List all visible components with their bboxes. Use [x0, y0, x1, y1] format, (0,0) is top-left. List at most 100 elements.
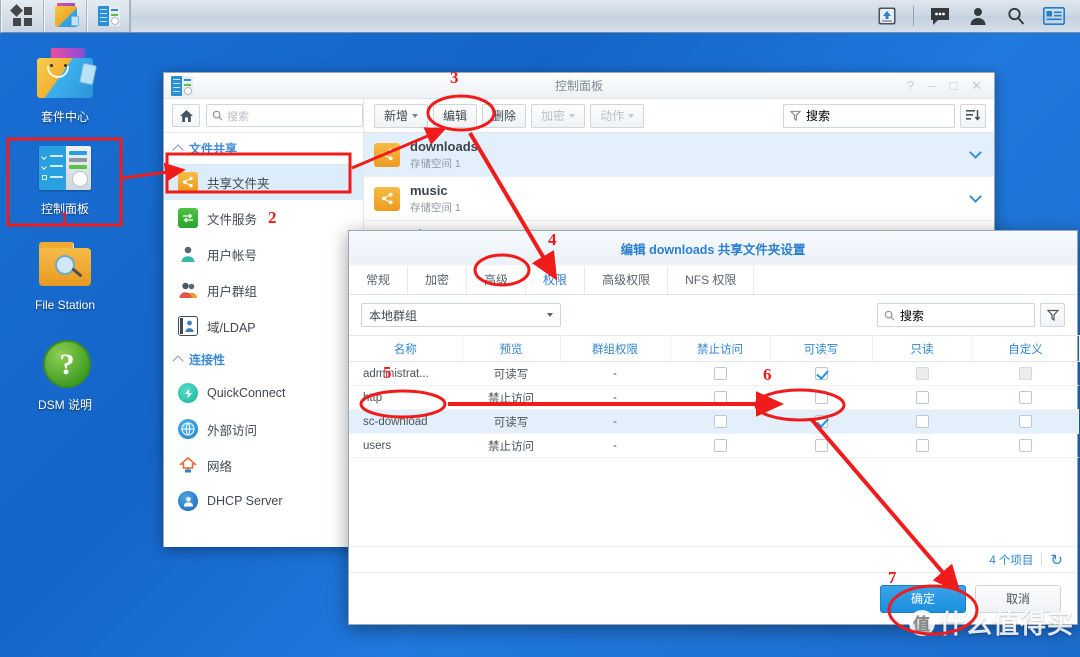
package-center-icon[interactable]	[44, 0, 87, 32]
sort-button[interactable]	[960, 103, 986, 128]
row-read-write-cell[interactable]	[770, 409, 872, 434]
checkbox-custom[interactable]	[1019, 439, 1032, 452]
encrypt-button[interactable]: 加密	[531, 103, 586, 128]
folder-volume: 存储空间 1	[410, 201, 461, 214]
row-no-access-cell[interactable]	[670, 409, 770, 434]
chevron-down-icon[interactable]	[969, 190, 982, 203]
column-header-preview[interactable]: 预览	[462, 335, 561, 362]
desktop-icon-label: File Station	[34, 298, 96, 312]
tab-permissions[interactable]: 权限	[526, 266, 586, 294]
sidebar-item-file-services[interactable]: 文件服务	[164, 200, 363, 236]
checkbox-no-access[interactable]	[713, 391, 727, 404]
column-header-custom[interactable]: 自定义	[972, 335, 1080, 362]
user-icon[interactable]	[960, 1, 996, 31]
group-select[interactable]: 本地群组	[361, 303, 561, 327]
table-row[interactable]: users 禁止访问 -	[349, 433, 1079, 458]
checkbox-read-only[interactable]	[915, 415, 929, 428]
table-row[interactable]: sc-download 可读写 -	[349, 409, 1079, 434]
column-header-group-permission[interactable]: 群组权限	[560, 335, 671, 362]
control-panel-sidebar: 文件共享 共享文件夹 文件服务 用户帐号 用户群组 域/LDAP 连接性 Qui…	[164, 133, 364, 547]
dialog-search-input[interactable]: 搜索	[877, 303, 1035, 327]
widget-icon[interactable]	[1036, 1, 1072, 31]
chevron-up-icon	[172, 144, 184, 156]
delete-button[interactable]: 删除	[482, 103, 527, 128]
row-read-write-cell[interactable]	[770, 433, 872, 458]
column-header-name[interactable]: 名称	[349, 335, 463, 362]
control-panel-icon[interactable]	[87, 0, 130, 32]
column-header-read-only[interactable]: 只读	[872, 335, 973, 362]
row-read-only-cell[interactable]	[872, 409, 972, 434]
checkbox-custom[interactable]	[1019, 415, 1032, 428]
column-header-no-access[interactable]: 禁止访问	[670, 335, 771, 362]
row-custom-cell[interactable]	[972, 409, 1079, 434]
upload-icon[interactable]	[869, 1, 905, 31]
row-no-access-cell[interactable]	[670, 385, 770, 410]
sidebar-item-domain-ldap[interactable]: 域/LDAP	[164, 308, 363, 344]
edit-button[interactable]: 编辑	[433, 103, 478, 128]
tab-nfs-permissions[interactable]: NFS 权限	[668, 266, 755, 294]
folder-row-downloads[interactable]: downloads 存储空间 1	[364, 133, 994, 177]
sidebar-item-network[interactable]: 网络	[164, 447, 363, 483]
folder-row-music[interactable]: music 存储空间 1	[364, 177, 994, 221]
sidebar-item-dhcp-server[interactable]: DHCP Server	[164, 483, 363, 519]
search-input[interactable]: 搜索	[206, 104, 363, 127]
row-no-access-cell[interactable]	[670, 433, 770, 458]
checkbox-no-access[interactable]	[713, 415, 727, 428]
row-read-only-cell[interactable]	[872, 433, 972, 458]
shared-folder-icon	[374, 186, 400, 211]
checkbox-read-write[interactable]	[814, 391, 828, 404]
desktop-icon-package-center[interactable]: 套件中心	[10, 48, 120, 125]
home-icon[interactable]	[172, 104, 200, 127]
window-titlebar[interactable]: 控制面板 ? – □ ✕	[164, 73, 994, 99]
chevron-down-icon	[628, 113, 635, 118]
row-custom-cell[interactable]	[972, 385, 1079, 410]
checkbox-read-write[interactable]	[814, 439, 828, 452]
row-custom-cell[interactable]	[972, 433, 1079, 458]
sidebar-section-connectivity[interactable]: 连接性	[164, 344, 363, 375]
search-placeholder: 搜索	[227, 110, 249, 123]
sidebar-section-file-sharing[interactable]: 文件共享	[164, 133, 363, 164]
notification-icon[interactable]	[922, 1, 958, 31]
sidebar-item-label: 用户帐号	[207, 248, 258, 263]
app-grid-icon[interactable]	[1, 0, 44, 32]
checkbox-custom[interactable]	[1019, 391, 1032, 404]
sidebar-item-quickconnect[interactable]: QuickConnect	[164, 375, 363, 411]
action-button[interactable]: 动作	[590, 103, 645, 128]
search-icon[interactable]	[998, 1, 1034, 31]
checkbox-read-only[interactable]	[915, 439, 929, 452]
sidebar-item-user-account[interactable]: 用户帐号	[164, 236, 363, 272]
create-button[interactable]: 新增	[374, 103, 429, 128]
table-row[interactable]: administrat... 可读写 -	[349, 361, 1079, 386]
toolbar-right: 新增 编辑 删除 加密 动作 搜索	[364, 103, 994, 128]
dialog-title: 编辑 downloads 共享文件夹设置	[620, 242, 806, 257]
row-read-write-cell[interactable]	[770, 361, 872, 386]
chevron-down-icon[interactable]	[969, 146, 982, 159]
sidebar-item-shared-folder[interactable]: 共享文件夹	[164, 164, 363, 200]
tab-advanced[interactable]: 高级	[467, 266, 527, 294]
column-header-read-write[interactable]: 可读写	[770, 335, 873, 362]
sidebar-item-user-group[interactable]: 用户群组	[164, 272, 363, 308]
watermark-badge: 值	[908, 609, 935, 636]
dialog-filter-button[interactable]	[1040, 303, 1065, 327]
tab-advanced-permissions[interactable]: 高级权限	[585, 266, 669, 294]
row-no-access-cell[interactable]	[670, 361, 770, 386]
checkbox-read-write[interactable]	[814, 367, 828, 380]
row-read-only-cell[interactable]	[872, 385, 972, 410]
refresh-icon[interactable]: ↻	[1050, 551, 1063, 569]
row-read-write-cell[interactable]	[770, 385, 872, 410]
checkbox-no-access[interactable]	[713, 439, 727, 452]
sidebar-item-external-access[interactable]: 外部访问	[164, 411, 363, 447]
desktop-icon-dsm-help[interactable]: ? DSM 说明	[10, 336, 120, 413]
package-center-glyph	[54, 2, 79, 27]
table-row[interactable]: http 禁止访问 -	[349, 385, 1079, 410]
desktop-icon-file-station[interactable]: File Station	[10, 238, 120, 312]
group-select-value: 本地群组	[369, 308, 418, 323]
filter-input[interactable]: 搜索	[783, 103, 955, 128]
checkbox-read-write[interactable]	[814, 415, 828, 428]
checkbox-read-only[interactable]	[915, 391, 929, 404]
checkbox-no-access[interactable]	[713, 367, 727, 380]
create-label: 新增	[384, 109, 409, 123]
tab-general[interactable]: 常规	[349, 266, 409, 294]
tab-encryption[interactable]: 加密	[408, 266, 468, 294]
desktop-icon-control-panel[interactable]: 控制面板	[10, 140, 120, 217]
